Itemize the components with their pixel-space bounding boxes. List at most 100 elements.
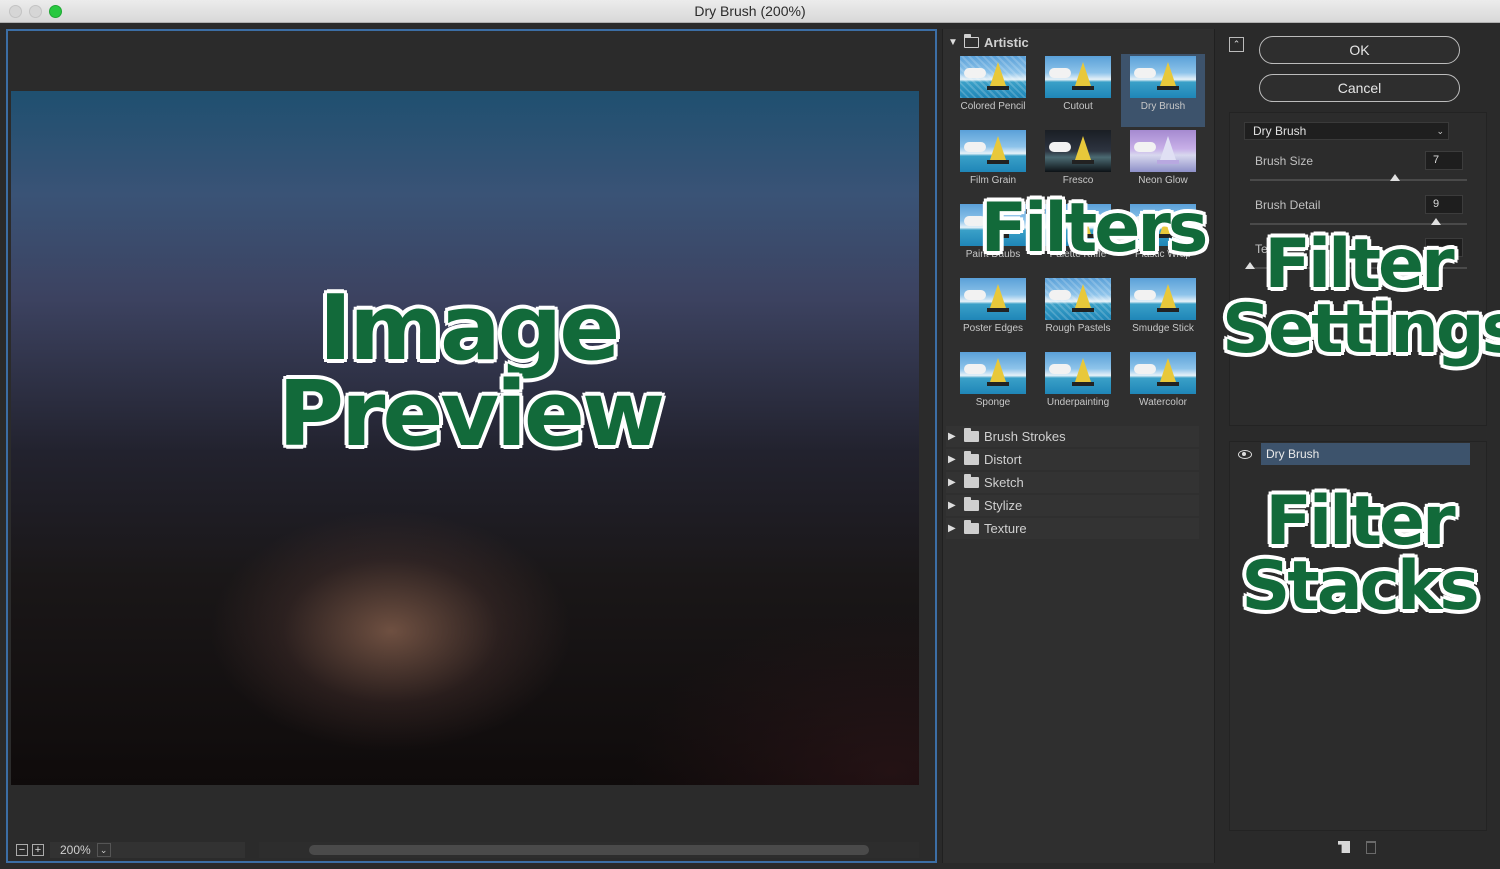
filter-thumbnail-rough-pastels[interactable]: Rough Pastels: [1036, 276, 1120, 349]
category-label: Stylize: [984, 498, 1023, 513]
filter-thumbnail-plastic-wrap[interactable]: Plastic Wrap: [1121, 202, 1205, 275]
filter-thumbnail-image: [1045, 352, 1111, 394]
filter-thumbnail-palette-knife[interactable]: Palette Knife: [1036, 202, 1120, 275]
filter-thumbnail-dry-brush[interactable]: Dry Brush: [1121, 54, 1205, 127]
horizontal-scrollbar[interactable]: [259, 842, 919, 858]
texture-slider[interactable]: [1245, 262, 1467, 269]
zoom-window-button[interactable]: [49, 5, 62, 18]
category-label: Artistic: [984, 35, 1029, 50]
folder-icon: [964, 451, 979, 465]
filter-thumbnail-label: Smudge Stick: [1132, 323, 1194, 334]
category-artistic[interactable]: ▼ Artistic: [946, 32, 1199, 53]
image-preview-panel[interactable]: Image Preview − + 200% ⌄: [6, 29, 937, 863]
category-label: Brush Strokes: [984, 429, 1066, 444]
trash-icon[interactable]: [1366, 841, 1376, 854]
category-distort[interactable]: ▶ Distort: [946, 449, 1199, 470]
overlay-line: Settings: [1222, 289, 1500, 369]
filter-thumbnail-smudge-stick[interactable]: Smudge Stick: [1121, 276, 1205, 349]
filter-thumbnail-label: Rough Pastels: [1045, 323, 1111, 334]
expand-arrow-icon: ▶: [948, 500, 956, 511]
filter-thumbnail-label: Cutout: [1063, 101, 1093, 112]
zoom-in-button[interactable]: +: [32, 844, 44, 856]
zoom-out-button[interactable]: −: [16, 844, 28, 856]
texture-input[interactable]: [1425, 238, 1463, 257]
filter-thumbnail-label: Dry Brush: [1140, 101, 1186, 112]
filter-thumbnail-label: Paint Daubs: [965, 249, 1021, 260]
filter-thumbnail-watercolor[interactable]: Watercolor: [1121, 350, 1205, 423]
zoom-value: 200%: [60, 843, 91, 857]
window-title: Dry Brush (200%): [694, 3, 806, 19]
category-label: Sketch: [984, 475, 1024, 490]
filter-thumbnail-image: [960, 278, 1026, 320]
cancel-button[interactable]: Cancel: [1259, 74, 1460, 102]
filter-thumbnail-neon-glow[interactable]: Neon Glow: [1121, 128, 1205, 201]
filter-thumbnail-cutout[interactable]: Cutout: [1036, 54, 1120, 127]
category-stylize[interactable]: ▶ Stylize: [946, 495, 1199, 516]
minimize-window-button[interactable]: [29, 5, 42, 18]
filter-thumbnail-poster-edges[interactable]: Poster Edges: [951, 276, 1035, 349]
category-label: Distort: [984, 452, 1022, 467]
ok-button[interactable]: OK: [1259, 36, 1460, 64]
filter-thumbnail-image: [1045, 204, 1111, 246]
filter-thumbnail-label: Colored Pencil: [960, 101, 1026, 112]
brush-size-input[interactable]: 7: [1425, 151, 1463, 170]
category-brush-strokes[interactable]: ▶ Brush Strokes: [946, 426, 1199, 447]
preview-status-bar: − + 200% ⌄: [11, 841, 919, 859]
expand-arrow-icon: ▶: [948, 454, 956, 465]
folder-icon: [964, 497, 979, 511]
folder-icon: [964, 520, 979, 534]
filter-thumbnail-image: [1130, 352, 1196, 394]
filter-thumbnail-paint-daubs[interactable]: Paint Daubs: [951, 202, 1035, 275]
slider-knob[interactable]: [1389, 174, 1400, 181]
filter-thumbnail-image: [1130, 278, 1196, 320]
filter-select[interactable]: Dry Brush ⌄: [1244, 122, 1449, 140]
slider-knob[interactable]: [1431, 218, 1442, 225]
category-label: Texture: [984, 521, 1027, 536]
category-sketch[interactable]: ▶ Sketch: [946, 472, 1199, 493]
brush-size-slider[interactable]: [1250, 174, 1467, 181]
expand-arrow-icon: ▶: [948, 477, 956, 488]
stack-layer-row[interactable]: Dry Brush: [1230, 443, 1470, 465]
filter-thumbnail-image: [960, 130, 1026, 172]
chevron-down-icon: ⌄: [1436, 126, 1444, 136]
filter-thumbnail-label: Sponge: [975, 397, 1011, 408]
brush-detail-label: Brush Detail: [1255, 198, 1321, 212]
filter-thumbnail-image: [1130, 130, 1196, 172]
stack-layer-label[interactable]: Dry Brush: [1261, 443, 1470, 465]
new-effect-layer-icon[interactable]: [1338, 841, 1350, 853]
filter-thumbnail-image: [960, 352, 1026, 394]
close-window-button[interactable]: [9, 5, 22, 18]
filter-stack-panel: Dry Brush Filter Stacks: [1229, 441, 1487, 831]
zoom-field[interactable]: 200% ⌄: [50, 842, 245, 858]
filter-thumbnail-fresco[interactable]: Fresco: [1036, 128, 1120, 201]
collapse-icon[interactable]: ⌃: [1229, 37, 1244, 52]
eye-icon[interactable]: [1238, 449, 1252, 459]
scrollbar-thumb[interactable]: [309, 845, 869, 855]
folder-icon: [964, 34, 979, 48]
category-texture[interactable]: ▶ Texture: [946, 518, 1199, 539]
filter-thumbnail-label: Watercolor: [1139, 397, 1187, 408]
filter-stacks-overlay: Filter Stacks: [1230, 482, 1488, 620]
filter-thumbnail-label: Plastic Wrap: [1135, 249, 1191, 260]
filter-thumbnail-sponge[interactable]: Sponge: [951, 350, 1035, 423]
filter-thumbnail-label: Fresco: [1062, 175, 1094, 186]
preview-image[interactable]: [11, 91, 919, 785]
expand-arrow-icon: ▶: [948, 431, 956, 442]
brush-size-label: Brush Size: [1255, 154, 1314, 168]
folder-icon: [964, 428, 979, 442]
filter-thumbnail-image: [960, 204, 1026, 246]
filter-thumbnail-underpainting[interactable]: Underpainting: [1036, 350, 1120, 423]
filter-settings-box: Dry Brush ⌄ Brush Size 7 Brush Detail 9 …: [1222, 112, 1500, 426]
texture-label: Tex: [1255, 242, 1274, 256]
filter-thumbnail-colored-pencil[interactable]: Colored Pencil: [951, 54, 1035, 127]
slider-knob[interactable]: [1245, 262, 1255, 269]
brush-detail-slider[interactable]: [1250, 218, 1467, 225]
overlay-line: Filter: [1265, 482, 1455, 561]
chevron-down-icon[interactable]: ⌄: [96, 843, 111, 857]
filter-thumbnail-image: [1045, 56, 1111, 98]
brush-detail-input[interactable]: 9: [1425, 195, 1463, 214]
filter-thumbnail-film-grain[interactable]: Film Grain: [951, 128, 1035, 201]
filter-thumbnail-label: Palette Knife: [1049, 249, 1107, 260]
filter-thumbnail-image: [1130, 204, 1196, 246]
filter-thumbnail-label: Underpainting: [1046, 397, 1110, 408]
